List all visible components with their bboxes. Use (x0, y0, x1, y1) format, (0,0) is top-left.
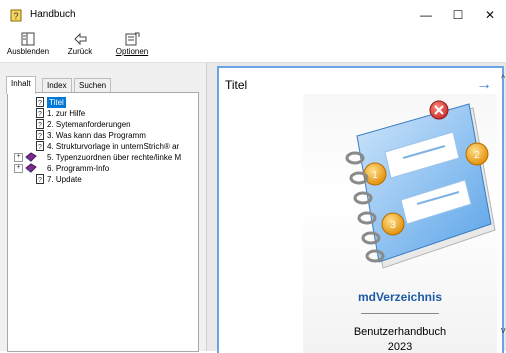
expand-icon[interactable]: + (14, 153, 23, 162)
tree-item-label: Titel (47, 97, 66, 108)
content-pane: Titel → 1 2 3 mdVerzeichnis Benutzerhand… (207, 63, 506, 353)
minimize-icon: — (420, 8, 432, 22)
page-icon: ? (36, 108, 44, 118)
maximize-icon: ☐ (452, 8, 464, 22)
manual-cover: 1 2 3 mdVerzeichnis Benutzerhandbuch 202… (303, 94, 497, 353)
tree-item-label: 3. Was kann das Programm (47, 131, 146, 140)
tree-item-label: 2. Sytemanforderungen (47, 120, 131, 129)
navigation-pane: Inhalt Index Suchen ? Titel? 1. zur Hilfe?… (0, 63, 207, 352)
options-label: Optionen (115, 47, 149, 56)
cover-year: 2023 (387, 341, 413, 353)
hide-label: Ausblenden (6, 47, 50, 56)
close-button[interactable]: ✕ (472, 4, 506, 26)
topic-heading: Titel (225, 78, 248, 92)
svg-text:?: ? (13, 11, 18, 21)
toolbar: Ausblenden Zurück Optionen (0, 28, 506, 63)
notebook-illustration: 1 2 3 (345, 100, 496, 269)
svg-text:?: ? (38, 144, 42, 151)
book-icon (25, 152, 37, 162)
step-2-icon: 2 (474, 150, 480, 161)
tree-item[interactable]: +5. Typenzuordnen über rechte/linke M (8, 152, 198, 163)
page-icon: ? (36, 130, 44, 140)
tab-contents[interactable]: Inhalt (6, 76, 36, 94)
page-icon: ? (36, 97, 44, 107)
tree-item[interactable]: +6. Programm-Info (8, 163, 198, 174)
hide-button[interactable]: Ausblenden (4, 30, 52, 60)
minimize-button[interactable]: — (408, 4, 444, 26)
tree-item[interactable]: ? Titel (8, 97, 198, 108)
tree-item[interactable]: ? 3. Was kann das Programm (8, 130, 198, 141)
help-book-icon: ? (10, 9, 22, 22)
svg-text:?: ? (38, 100, 42, 107)
cover-subtitle: Benutzerhandbuch (353, 326, 447, 338)
back-label: Zurück (67, 47, 93, 56)
svg-text:?: ? (38, 177, 42, 184)
cover-title: mdVerzeichnis (357, 290, 443, 304)
tree-item-label: 1. zur Hilfe (47, 109, 86, 118)
tree-item[interactable]: ? 1. zur Hilfe (8, 108, 198, 119)
page-icon: ? (36, 141, 44, 151)
tab-index[interactable]: Index (42, 78, 72, 93)
tree-item[interactable]: ? 7. Update (8, 174, 198, 185)
contents-tree[interactable]: ? Titel? 1. zur Hilfe? 2. Sytemanforderunge… (7, 92, 199, 352)
page-icon: ? (36, 119, 44, 129)
page-icon: ? (36, 174, 44, 184)
step-3-icon: 3 (390, 220, 396, 231)
next-arrow-icon[interactable]: → (476, 76, 492, 94)
options-icon (125, 32, 140, 46)
scroll-up-icon[interactable]: ^ (501, 73, 505, 83)
cover-divider (361, 313, 439, 314)
expand-icon[interactable]: + (14, 164, 23, 173)
svg-text:?: ? (38, 122, 42, 129)
maximize-button[interactable]: ☐ (440, 4, 476, 26)
book-icon (25, 163, 37, 173)
tree-item-label: 4. Strukturvorlage in unternStrich® ar (47, 142, 180, 151)
topic-frame: Titel → 1 2 3 mdVerzeichnis Benutzerhand… (217, 66, 504, 353)
hide-pane-icon (21, 32, 35, 46)
close-icon: ✕ (484, 8, 496, 22)
back-button[interactable]: Zurück (62, 30, 98, 60)
step-1-icon: 1 (372, 170, 378, 181)
options-button[interactable]: Optionen (110, 30, 154, 60)
window-title: Handbuch (30, 9, 76, 20)
tree-item[interactable]: ? 2. Sytemanforderungen (8, 119, 198, 130)
tab-search[interactable]: Suchen (74, 78, 112, 93)
svg-text:?: ? (38, 111, 42, 118)
tree-item-label: 5. Typenzuordnen über rechte/linke M (47, 153, 182, 162)
svg-text:?: ? (38, 133, 42, 140)
tree-item[interactable]: ? 4. Strukturvorlage in unternStrich® ar (8, 141, 198, 152)
scroll-down-icon[interactable]: v (501, 325, 506, 335)
tree-item-label: 6. Programm-Info (47, 164, 110, 173)
window-titlebar: ? Handbuch — ☐ ✕ (0, 0, 506, 28)
back-arrow-icon (74, 32, 87, 46)
tree-item-label: 7. Update (47, 175, 82, 184)
